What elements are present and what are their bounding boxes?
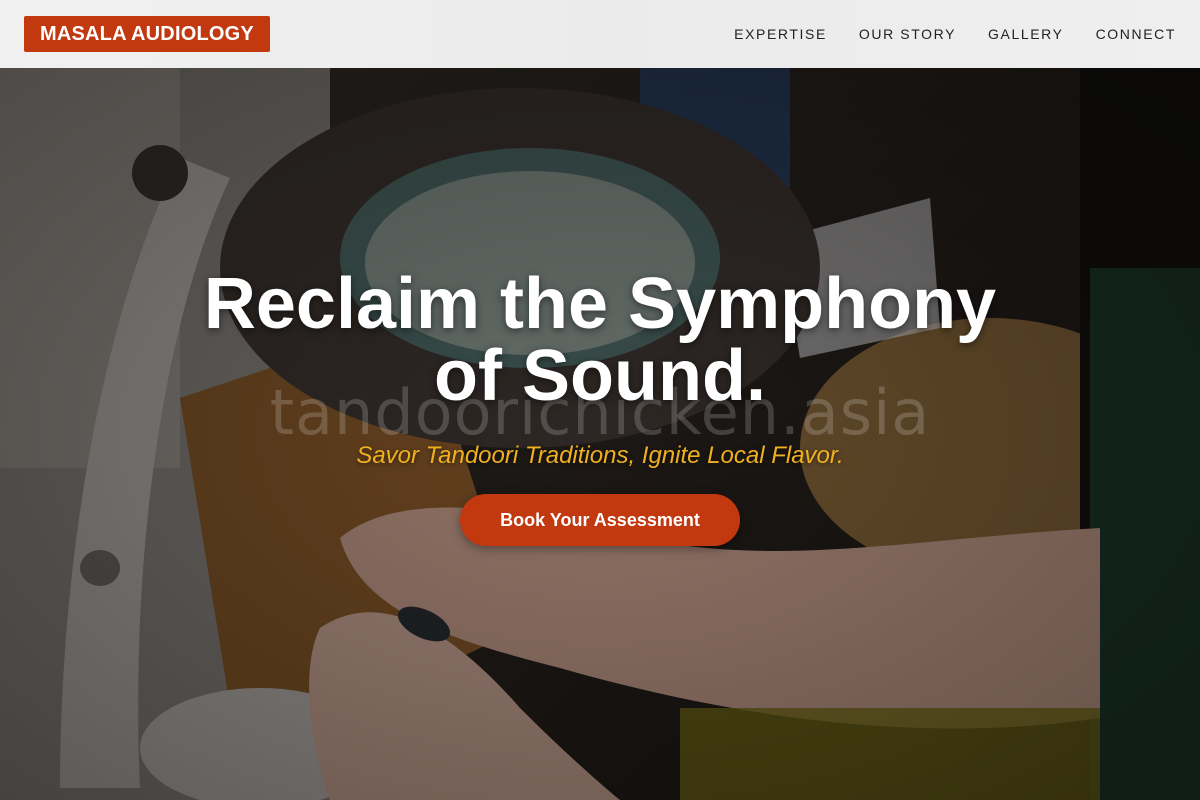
brand-logo[interactable]: MASALA AUDIOLOGY [24,16,270,52]
book-assessment-button[interactable]: Book Your Assessment [460,494,740,546]
hero-content: Reclaim the Symphony of Sound. Savor Tan… [0,268,1200,546]
hero-section: tandoorichicken.asia Reclaim the Symphon… [0,68,1200,800]
hero-title: Reclaim the Symphony of Sound. [203,264,997,416]
site-header: MASALA AUDIOLOGY EXPERTISE OUR STORY GAL… [0,0,1200,68]
nav-item-gallery[interactable]: GALLERY [988,26,1064,42]
nav-item-our-story[interactable]: OUR STORY [859,26,956,42]
nav-item-connect[interactable]: CONNECT [1096,26,1176,42]
main-nav: EXPERTISE OUR STORY GALLERY CONNECT [734,26,1176,42]
nav-item-expertise[interactable]: EXPERTISE [734,26,827,42]
hero-tagline: Savor Tandoori Traditions, Ignite Local … [356,442,844,469]
